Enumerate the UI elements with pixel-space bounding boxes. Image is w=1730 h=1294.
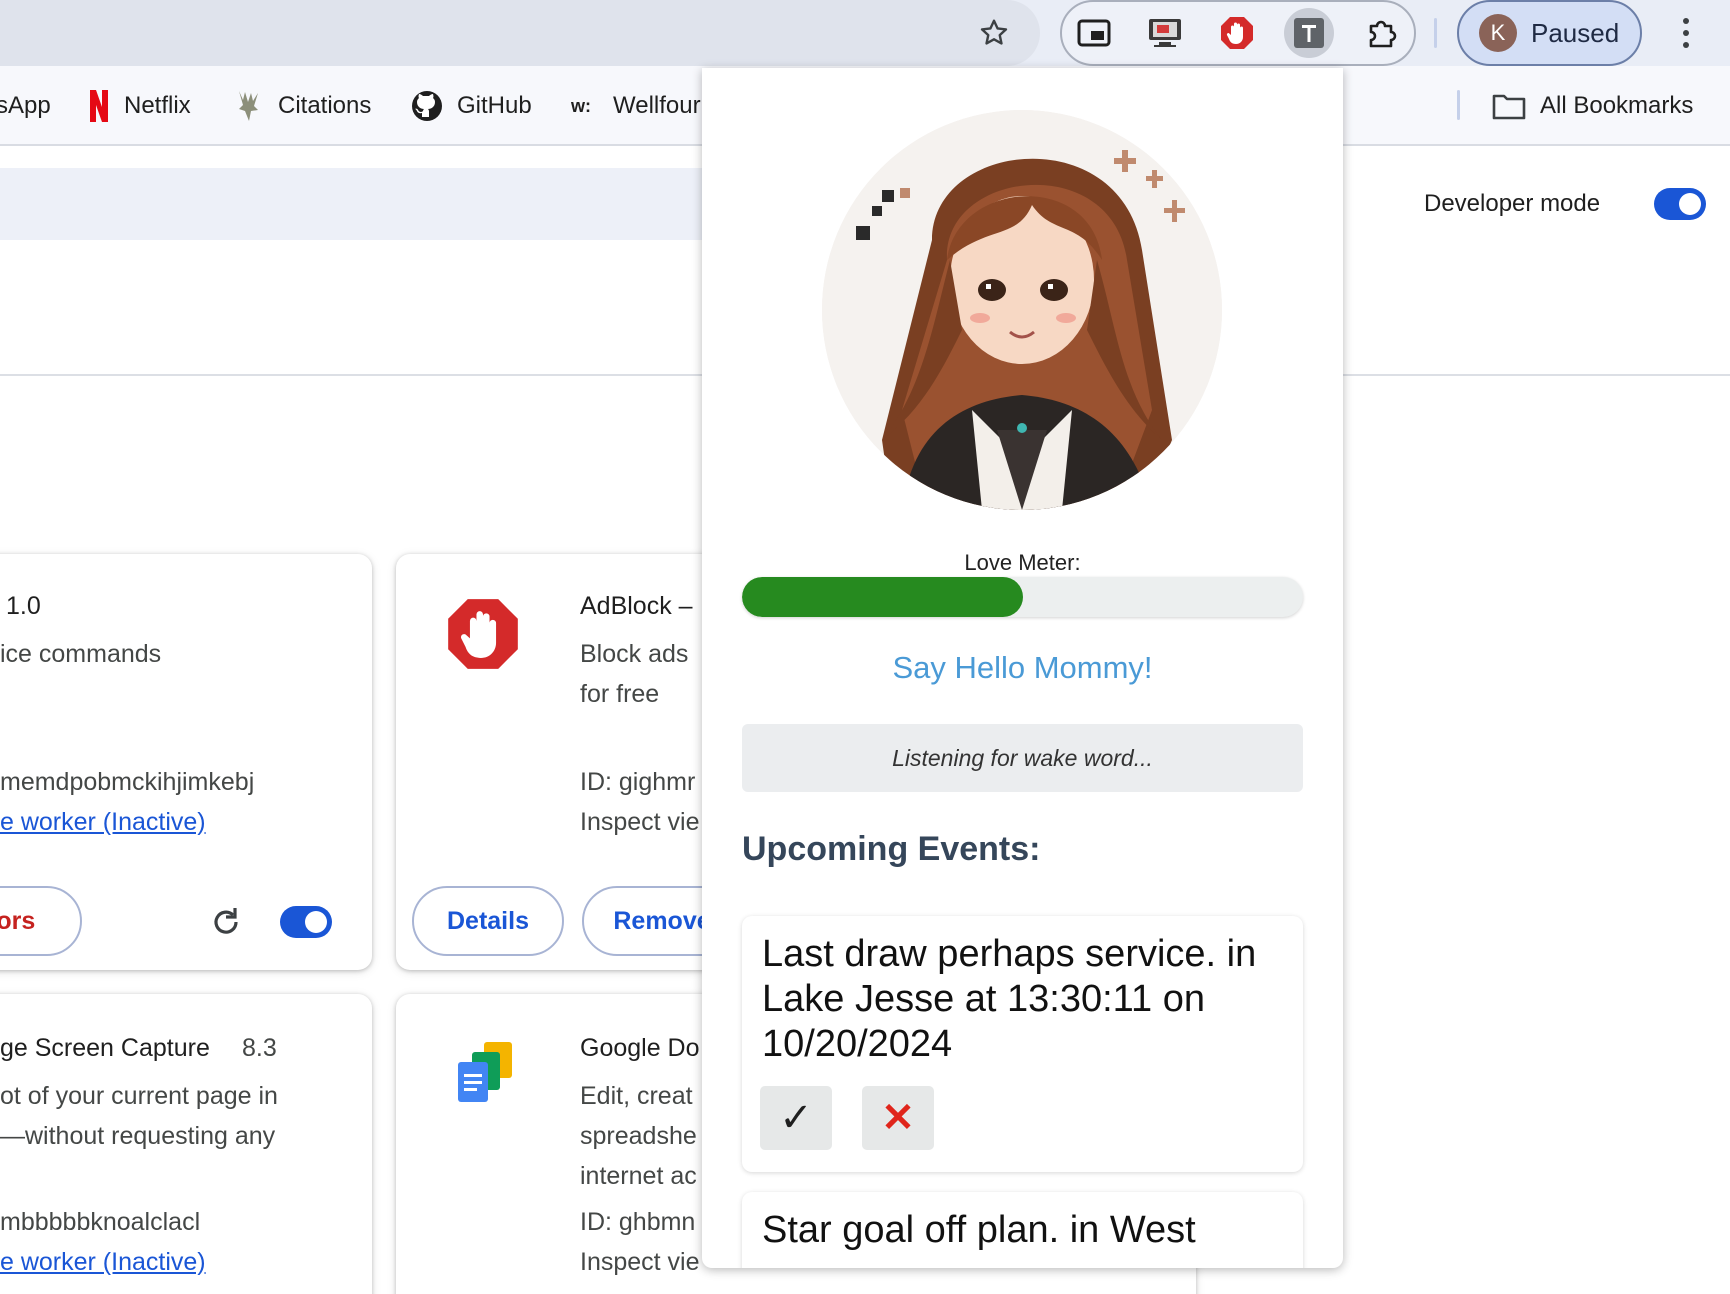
extensions-puzzle-icon[interactable] (1357, 8, 1407, 58)
bookmark-label: Wellfour (613, 92, 701, 119)
event-card: Star goal off plan. in West (742, 1192, 1303, 1268)
event-text: Star goal off plan. in West (762, 1209, 1196, 1251)
extension-description: —without requesting any (0, 1122, 276, 1150)
adblock-logo-icon (446, 597, 520, 676)
screen-capture-icon[interactable] (1140, 8, 1190, 58)
reject-event-button[interactable]: ✕ (862, 1086, 934, 1150)
bookmark-label: All Bookmarks (1540, 92, 1694, 119)
extension-description: internet ac (580, 1162, 697, 1190)
developer-mode-label: Developer mode (1424, 190, 1601, 217)
folder-icon (1492, 92, 1526, 120)
inspect-views-label: Inspect vie (580, 1248, 700, 1276)
listening-status: Listening for wake word... (742, 724, 1303, 792)
inspect-service-worker-link[interactable]: e worker (Inactive) (0, 808, 206, 837)
bookmarks-separator (1457, 90, 1460, 120)
extension-enabled-toggle[interactable] (280, 906, 332, 938)
extension-description: spreadshe (580, 1122, 697, 1150)
details-button[interactable]: Details (412, 886, 564, 956)
citations-icon (234, 89, 264, 123)
developer-mode-toggle[interactable] (1654, 188, 1706, 220)
bookmark-wellfound[interactable]: w: Wellfour (571, 84, 701, 128)
love-meter-bar (742, 577, 1303, 617)
extension-version: 8.3 (242, 1034, 277, 1062)
extension-card: 1.0 ice commands memdpobmckihjimkebj e w… (0, 554, 372, 970)
browser-toolbar: K Paused (0, 0, 1730, 66)
extension-id: mbbbbbknoalclacl (0, 1208, 201, 1236)
toolbar-separator (1434, 18, 1437, 48)
bookmark-star-icon[interactable] (973, 12, 1015, 54)
google-docs-logo-icon (450, 1040, 520, 1115)
wellfound-icon: w: (571, 95, 591, 116)
netflix-icon (88, 89, 110, 123)
upcoming-events-heading: Upcoming Events: (742, 830, 1041, 868)
character-portrait (822, 110, 1222, 510)
errors-button[interactable]: rors (0, 886, 82, 956)
bookmark-citations[interactable]: Citations (234, 84, 371, 128)
bookmark-label: sApp (0, 92, 51, 119)
all-bookmarks-button[interactable]: All Bookmarks (1492, 84, 1693, 128)
extension-version: 1.0 (6, 592, 41, 620)
reload-icon[interactable] (208, 904, 244, 940)
extension-description: ot of your current page in (0, 1082, 278, 1110)
picture-in-picture-icon[interactable] (1069, 8, 1119, 58)
extension-popup: Love Meter: Say Hello Mommy! Listening f… (702, 68, 1343, 1268)
bookmark-label: Netflix (124, 92, 191, 119)
adblock-icon[interactable] (1212, 8, 1262, 58)
say-hello-button[interactable]: Say Hello Mommy! (742, 642, 1303, 694)
bookmark-label: Citations (278, 92, 372, 119)
profile-status-label: Paused (1531, 17, 1620, 48)
extension-card: ge Screen Capture 8.3 ot of your current… (0, 994, 372, 1294)
extension-name: AdBlock – (580, 592, 693, 620)
bookmark-item[interactable]: sApp (0, 84, 51, 128)
inspect-service-worker-link[interactable]: e worker (Inactive) (0, 1248, 206, 1277)
browser-menu-icon[interactable] (1670, 10, 1702, 56)
extension-description: ice commands (0, 640, 162, 668)
event-card: Last draw perhaps service. in Lake Jesse… (742, 916, 1303, 1172)
avatar: K (1479, 14, 1517, 52)
event-text: Last draw perhaps service. in Lake Jesse… (762, 933, 1257, 1065)
bookmark-label: GitHub (457, 92, 532, 119)
extension-id: ID: ghbmn (580, 1208, 696, 1236)
extension-id: ID: gighmr (580, 768, 696, 796)
text-extension-icon[interactable] (1284, 8, 1334, 58)
extension-name: ge Screen Capture (0, 1034, 210, 1062)
extension-description: Block ads (580, 640, 689, 668)
extension-id: memdpobmckihjimkebj (0, 768, 255, 796)
address-bar[interactable] (0, 0, 1040, 66)
accept-event-button[interactable]: ✓ (760, 1086, 832, 1150)
bookmark-github[interactable]: GitHub (411, 84, 532, 128)
inspect-views-label: Inspect vie (580, 808, 700, 836)
extension-description: Edit, creat (580, 1082, 693, 1110)
extension-name: Google Do (580, 1034, 700, 1062)
love-meter-label: Love Meter: (964, 550, 1081, 575)
bookmark-netflix[interactable]: Netflix (88, 84, 191, 128)
extensions-search-bar[interactable] (0, 168, 740, 240)
extension-description: for free (580, 680, 660, 708)
profile-button[interactable]: K Paused (1457, 0, 1642, 66)
github-icon (411, 90, 443, 122)
love-meter-fill (742, 577, 1023, 617)
